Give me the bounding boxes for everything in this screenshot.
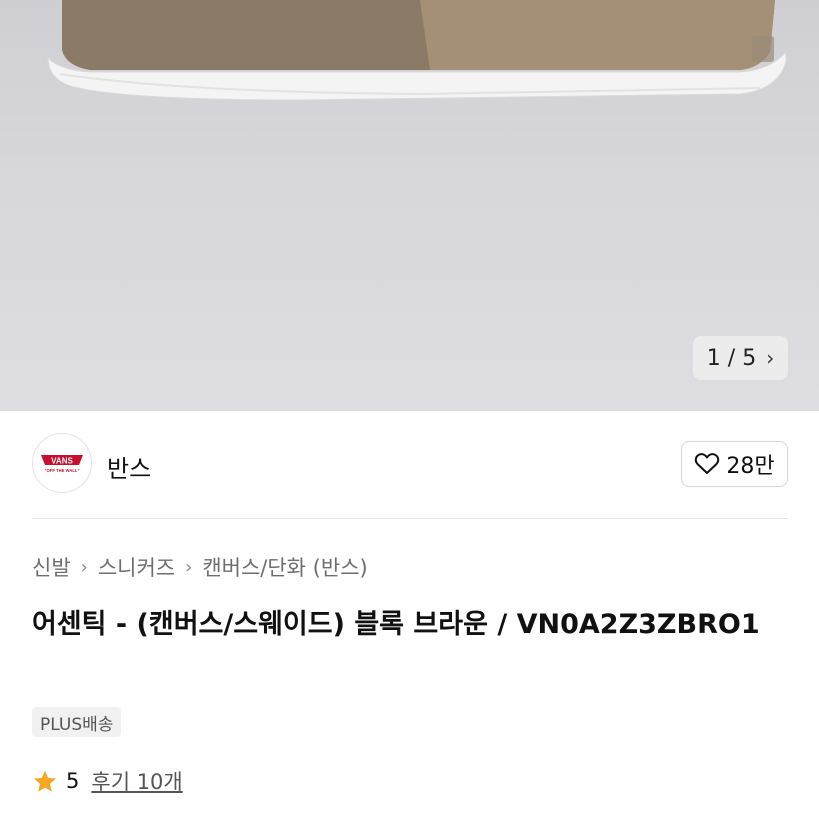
svg-text:VANS: VANS <box>51 457 73 466</box>
chevron-right-icon[interactable]: › <box>766 346 774 370</box>
vans-logo-icon: VANS "OFF THE WALL" <box>41 455 83 473</box>
product-image-gallery[interactable]: 1 / 5 › <box>0 0 819 411</box>
breadcrumb: 신발 › 스니커즈 › 캔버스/단화 (반스) <box>32 552 368 582</box>
star-icon <box>34 770 56 792</box>
breadcrumb-item-sneakers[interactable]: 스니커즈 <box>98 552 175 582</box>
reviews-link[interactable]: 후기 10개 <box>91 766 182 796</box>
brand-name[interactable]: 반스 <box>107 449 151 484</box>
rating-score: 5 <box>66 769 80 793</box>
product-title: 어센틱 - (캔버스/스웨이드) 블록 브라운 / VN0A2Z3ZBRO1 <box>32 609 760 640</box>
divider <box>32 518 788 519</box>
chevron-right-icon: › <box>80 556 88 578</box>
brand-logo[interactable]: VANS "OFF THE WALL" <box>32 433 92 493</box>
breadcrumb-item-canvas[interactable]: 캔버스/단화 (반스) <box>202 552 367 582</box>
image-counter-current: 1 <box>706 345 721 371</box>
chevron-right-icon: › <box>185 556 193 578</box>
brand-row: VANS "OFF THE WALL" 반스 28만 <box>0 411 819 519</box>
like-button[interactable]: 28만 <box>681 441 788 487</box>
heart-icon <box>695 453 720 474</box>
image-counter[interactable]: 1 / 5 › <box>693 336 788 380</box>
breadcrumb-item-shoes[interactable]: 신발 <box>32 552 71 582</box>
svg-text:"OFF THE WALL": "OFF THE WALL" <box>45 468 80 473</box>
shipping-tag: PLUS배송 <box>32 707 122 737</box>
image-counter-separator: / <box>727 345 736 371</box>
rating: 5 후기 10개 <box>32 766 183 796</box>
image-counter-total: 5 <box>742 345 757 371</box>
like-count: 28만 <box>726 454 775 479</box>
